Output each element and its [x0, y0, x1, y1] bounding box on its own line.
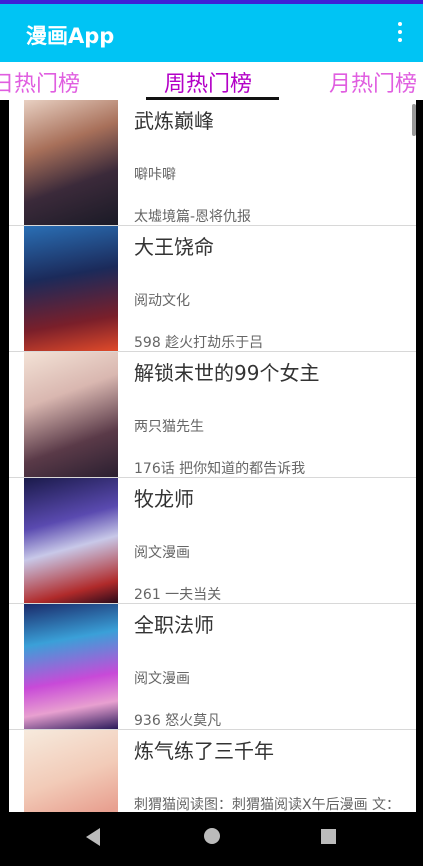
recents-square-icon[interactable] — [321, 829, 336, 844]
comic-cover — [24, 478, 118, 603]
comic-author: 阅文漫画 — [134, 671, 190, 687]
comic-cover — [24, 226, 118, 351]
comic-chapter: 261 一夫当关 — [134, 587, 222, 603]
comic-title: 炼气练了三千年 — [134, 739, 274, 763]
comic-item[interactable]: 武炼巅峰 噼咔噼 太墟境篇-恩将仇报 — [9, 100, 416, 225]
comic-chapter: 太墟境篇-恩将仇报 — [134, 209, 252, 225]
tab-daily[interactable]: 日热门榜 — [0, 66, 80, 98]
back-triangle-icon[interactable] — [86, 828, 100, 846]
comic-item[interactable]: 大王饶命 阅动文化 598 趁火打劫乐于吕 — [9, 225, 416, 351]
tab-weekly[interactable]: 周热门榜 — [164, 66, 252, 98]
comic-chapter: 598 趁火打劫乐于吕 — [134, 335, 264, 351]
comic-cover — [24, 352, 118, 477]
comic-title: 武炼巅峰 — [134, 109, 214, 133]
comic-list[interactable]: 武炼巅峰 噼咔噼 太墟境篇-恩将仇报 大王饶命 阅动文化 598 趁火打劫乐于吕… — [9, 100, 416, 812]
tab-monthly[interactable]: 月热门榜 — [329, 66, 417, 98]
app-bar: 漫画App — [0, 4, 423, 62]
comic-author: 刺猬猫阅读图：刺猬猫阅读X午后漫画 文： — [134, 797, 401, 812]
scrollbar[interactable] — [412, 104, 416, 136]
comic-chapter: 936 怒火莫凡 — [134, 713, 222, 729]
comic-title: 牧龙师 — [134, 487, 194, 511]
comic-item[interactable]: 全职法师 阅文漫画 936 怒火莫凡 — [9, 603, 416, 729]
comic-author: 两只猫先生 — [134, 419, 204, 435]
comic-title: 解锁末世的99个女主 — [134, 361, 320, 385]
comic-author: 阅文漫画 — [134, 545, 190, 561]
more-vert-icon[interactable] — [395, 22, 405, 46]
app-title: 漫画App — [26, 24, 115, 48]
comic-author: 噼咔噼 — [134, 167, 176, 183]
comic-author: 阅动文化 — [134, 293, 190, 309]
comic-item[interactable]: 解锁末世的99个女主 两只猫先生 176话 把你知道的都告诉我 — [9, 351, 416, 477]
comic-cover — [24, 100, 118, 225]
system-nav-bar — [0, 812, 423, 866]
comic-item[interactable]: 牧龙师 阅文漫画 261 一夫当关 — [9, 477, 416, 603]
comic-chapter: 176话 把你知道的都告诉我 — [134, 461, 306, 477]
comic-title: 全职法师 — [134, 613, 214, 637]
comic-title: 大王饶命 — [134, 235, 214, 259]
ranking-tabs: 日热门榜 周热门榜 月热门榜 — [0, 62, 423, 100]
comic-item[interactable]: 炼气练了三千年 刺猬猫阅读图：刺猬猫阅读X午后漫画 文： — [9, 729, 416, 812]
home-circle-icon[interactable] — [204, 828, 220, 844]
comic-cover — [24, 730, 118, 812]
comic-cover — [24, 604, 118, 729]
